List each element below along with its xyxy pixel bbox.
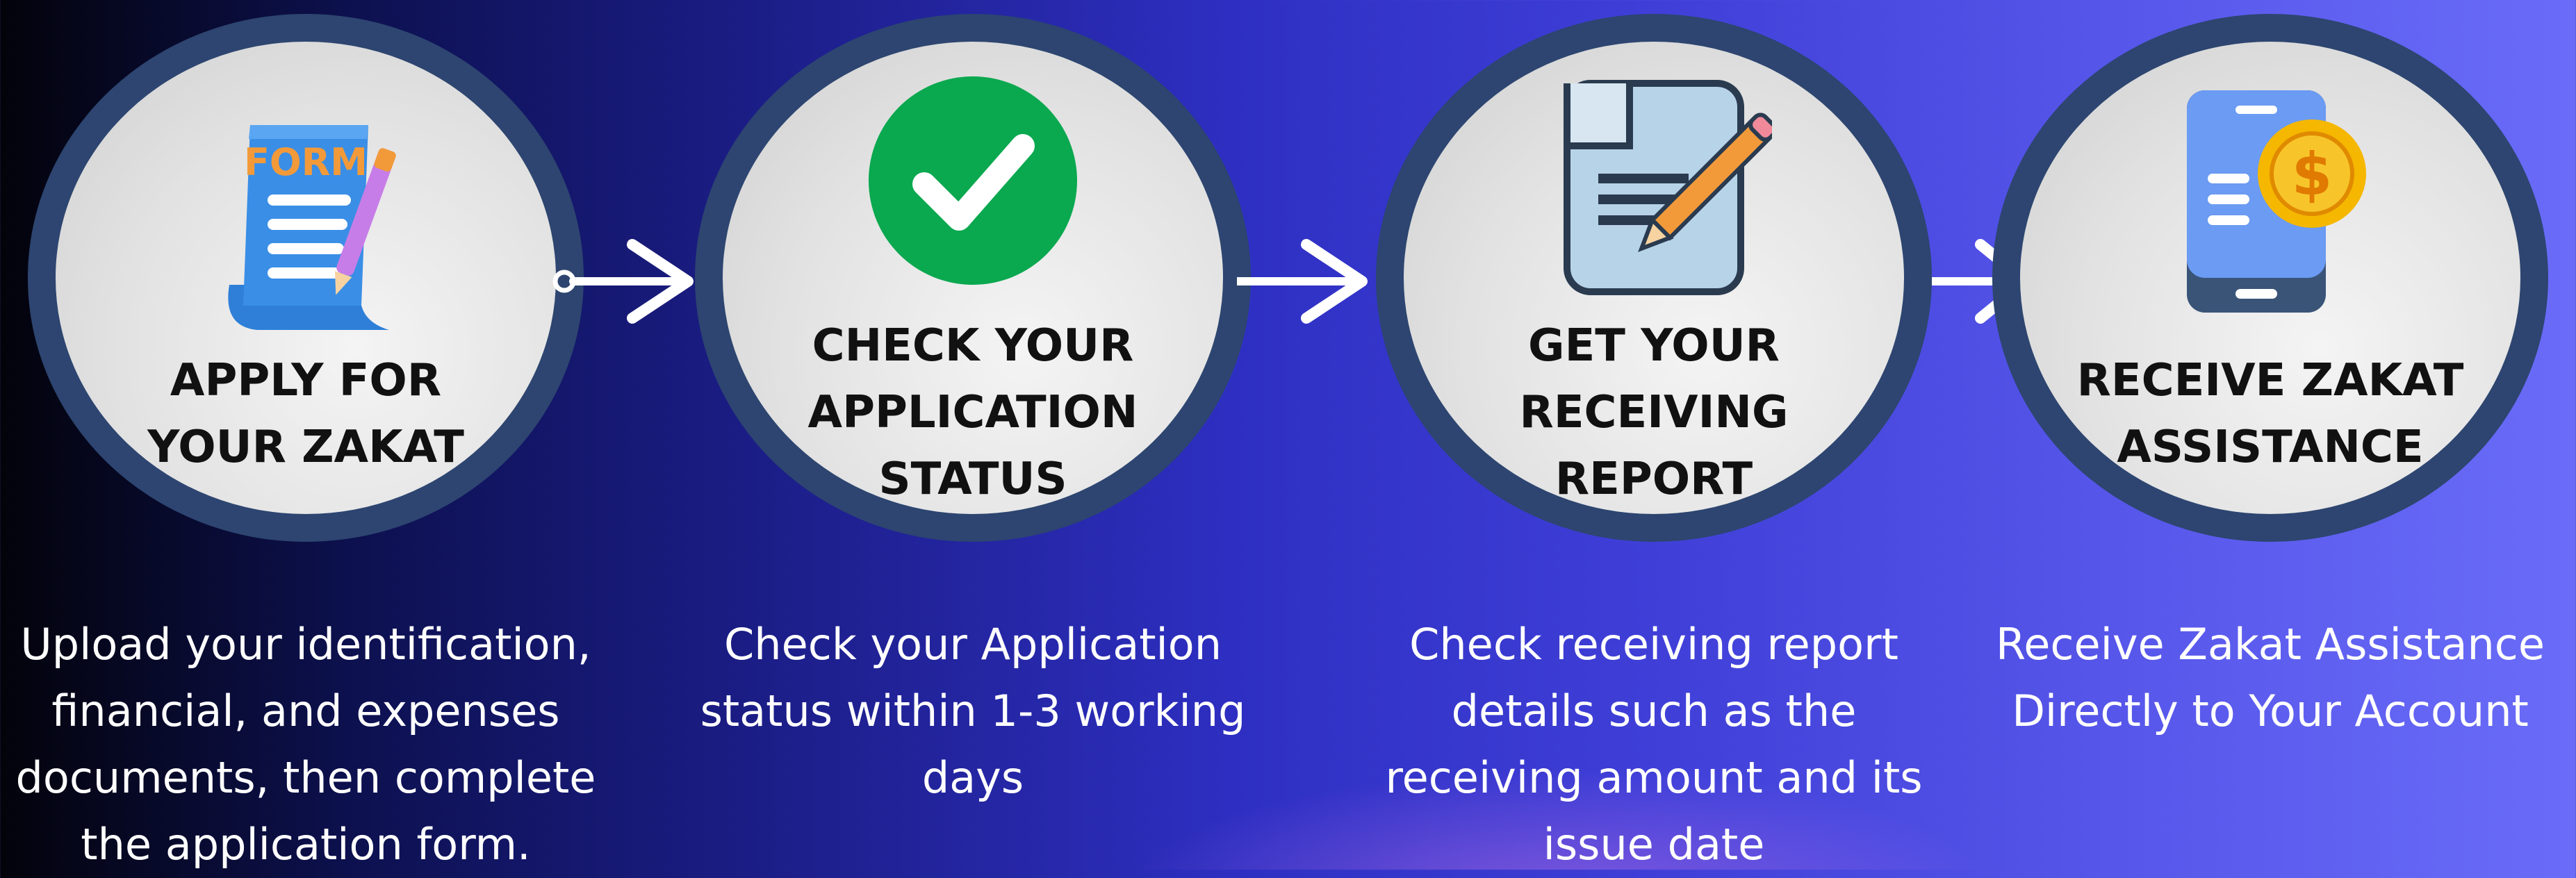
step-title: CHECK YOUR APPLICATION STATUS (723, 313, 1223, 513)
step-ring: GET YOUR RECEIVING REPORT (1376, 14, 1932, 542)
step-description: Check receiving report details such as t… (1348, 611, 1960, 878)
dollar-sign: $ (2292, 140, 2332, 208)
title-line: GET YOUR (1528, 320, 1780, 372)
step-ring: CHECK YOUR APPLICATION STATUS (695, 14, 1251, 542)
title-line: RECEIVING (1519, 387, 1789, 438)
title-line: RECEIVE ZAKAT (2076, 355, 2464, 406)
desc-line: days (921, 752, 1024, 803)
desc-line: details such as the (1451, 686, 1857, 736)
desc-line: Directly to Your Account (2012, 686, 2529, 736)
desc-line: the application form. (81, 819, 531, 870)
step-description: Check your Application status within 1-3… (667, 611, 1279, 811)
step-title: GET YOUR RECEIVING REPORT (1404, 313, 1904, 513)
desc-line: status within 1-3 working (700, 686, 1246, 736)
title-line: REPORT (1554, 454, 1753, 505)
step-receive-assistance: $ RECEIVE ZAKAT ASSISTANCE Receive Zakat… (1964, 0, 2576, 870)
step-disc: $ RECEIVE ZAKAT ASSISTANCE (2020, 42, 2520, 514)
title-line: STATUS (878, 454, 1067, 505)
checkmark-icon (869, 76, 1077, 285)
desc-line: Check receiving report (1409, 619, 1898, 670)
desc-line: Receive Zakat Assistance (1995, 619, 2545, 670)
step-receiving-report: GET YOUR RECEIVING REPORT Check receivin… (1348, 0, 1960, 870)
form-label: FORM (244, 140, 368, 184)
step-disc: GET YOUR RECEIVING REPORT (1404, 42, 1904, 514)
desc-line: Check your Application (724, 619, 1222, 670)
desc-line: issue date (1543, 819, 1765, 870)
title-line: CHECK YOUR (812, 320, 1134, 372)
desc-line: receiving amount and its (1385, 752, 1923, 803)
desc-line: financial, and expenses (51, 686, 560, 736)
step-description: Upload your identification, financial, a… (0, 611, 612, 878)
title-line: ASSISTANCE (2117, 422, 2424, 473)
title-line: APPLY FOR (170, 355, 442, 406)
title-line: YOUR ZAKAT (147, 422, 464, 473)
title-line: APPLICATION (807, 387, 1138, 438)
phone-dollar-icon: $ (2187, 90, 2366, 313)
step-description: Receive Zakat Assistance Directly to You… (1964, 611, 2576, 745)
step-check-status: CHECK YOUR APPLICATION STATUS Check your… (667, 0, 1279, 870)
step-title: RECEIVE ZAKAT ASSISTANCE (2020, 347, 2520, 481)
step-disc: FORM APPLY FOR YOUR ZAKAT (56, 42, 556, 514)
desc-line: documents, then complete (15, 752, 596, 803)
step-apply: FORM APPLY FOR YOUR ZAKAT Upload your id… (0, 0, 612, 870)
step-ring: $ RECEIVE ZAKAT ASSISTANCE (1992, 14, 2548, 542)
desc-line: Upload your identification, (20, 619, 591, 670)
step-title: APPLY FOR YOUR ZAKAT (56, 347, 556, 481)
document-pencil-icon (1564, 80, 1772, 295)
step-disc: CHECK YOUR APPLICATION STATUS (723, 42, 1223, 514)
form-icon: FORM (228, 125, 396, 330)
step-ring: FORM APPLY FOR YOUR ZAKAT (28, 14, 584, 542)
